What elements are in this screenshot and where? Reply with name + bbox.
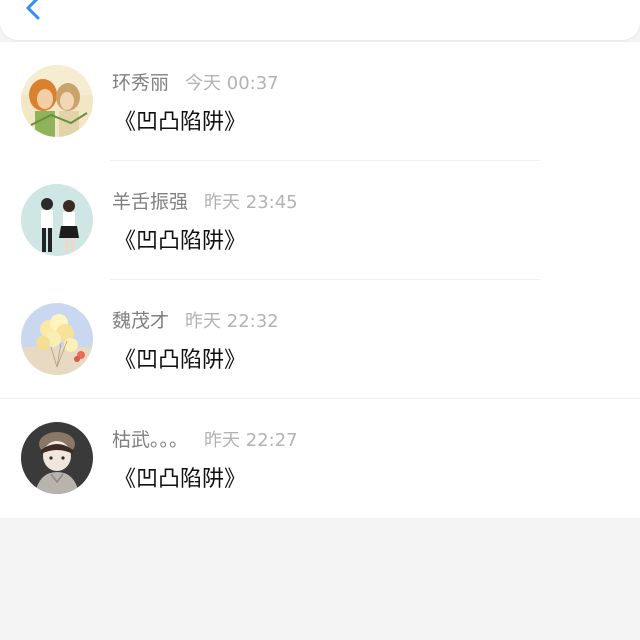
balloons-avatar [21,303,93,375]
chevron-left-icon [26,0,40,20]
comment-text: 《凹凸陷阱》 [114,467,247,492]
commenter-name[interactable]: 枯武。。。 昨天 22:27 [112,425,298,452]
comment-time: 昨天 23:45 [204,192,298,213]
top-bar [0,0,640,40]
comment-item[interactable]: 枯武。。。 昨天 22:27 《凹凸陷阱》 [0,399,640,518]
comment-list: 环秀丽今天 00:37 《凹凸陷阱》 羊舌振强昨天 23:45 《凹凸陷阱》 [0,42,640,518]
comment-text: 《凹凸陷阱》 [114,110,247,135]
anime-couple-drawing-avatar [21,65,93,137]
comment-time: 今天 00:37 [185,73,279,94]
comment-text: 《凹凸陷阱》 [114,348,247,373]
avatar[interactable] [21,422,93,494]
commenter-name-text: 魏茂才 [112,310,170,332]
avatar[interactable] [21,184,93,256]
commenter-name-text: 羊舌振强 [112,191,189,213]
avatar[interactable] [21,65,93,137]
commenter-name-text: 枯武。。。 [112,429,189,451]
comment-item[interactable]: 魏茂才 昨天 22:32 《凹凸陷阱》 [0,280,640,399]
commenter-name[interactable]: 羊舌振强 昨天 23:45 [112,187,298,214]
avatar[interactable] [21,303,93,375]
anime-boy-hoodie-avatar [21,422,93,494]
commenter-name[interactable]: 魏茂才 昨天 22:32 [112,306,279,333]
comment-time: 昨天 22:32 [185,311,279,332]
comment-item[interactable]: 环秀丽 今天 00:37 《凹凸陷阱》 [0,42,640,161]
comment-time: 昨天 22:27 [204,430,298,451]
couple-photo-avatar [21,184,93,256]
back-button[interactable] [20,0,48,24]
comment-item[interactable]: 羊舌振强 昨天 23:45 《凹凸陷阱》 [0,161,640,280]
commenter-name[interactable]: 环秀丽 今天 00:37 [112,68,279,95]
comment-text: 《凹凸陷阱》 [114,229,247,254]
commenter-name-text: 环秀丽 [112,72,170,94]
